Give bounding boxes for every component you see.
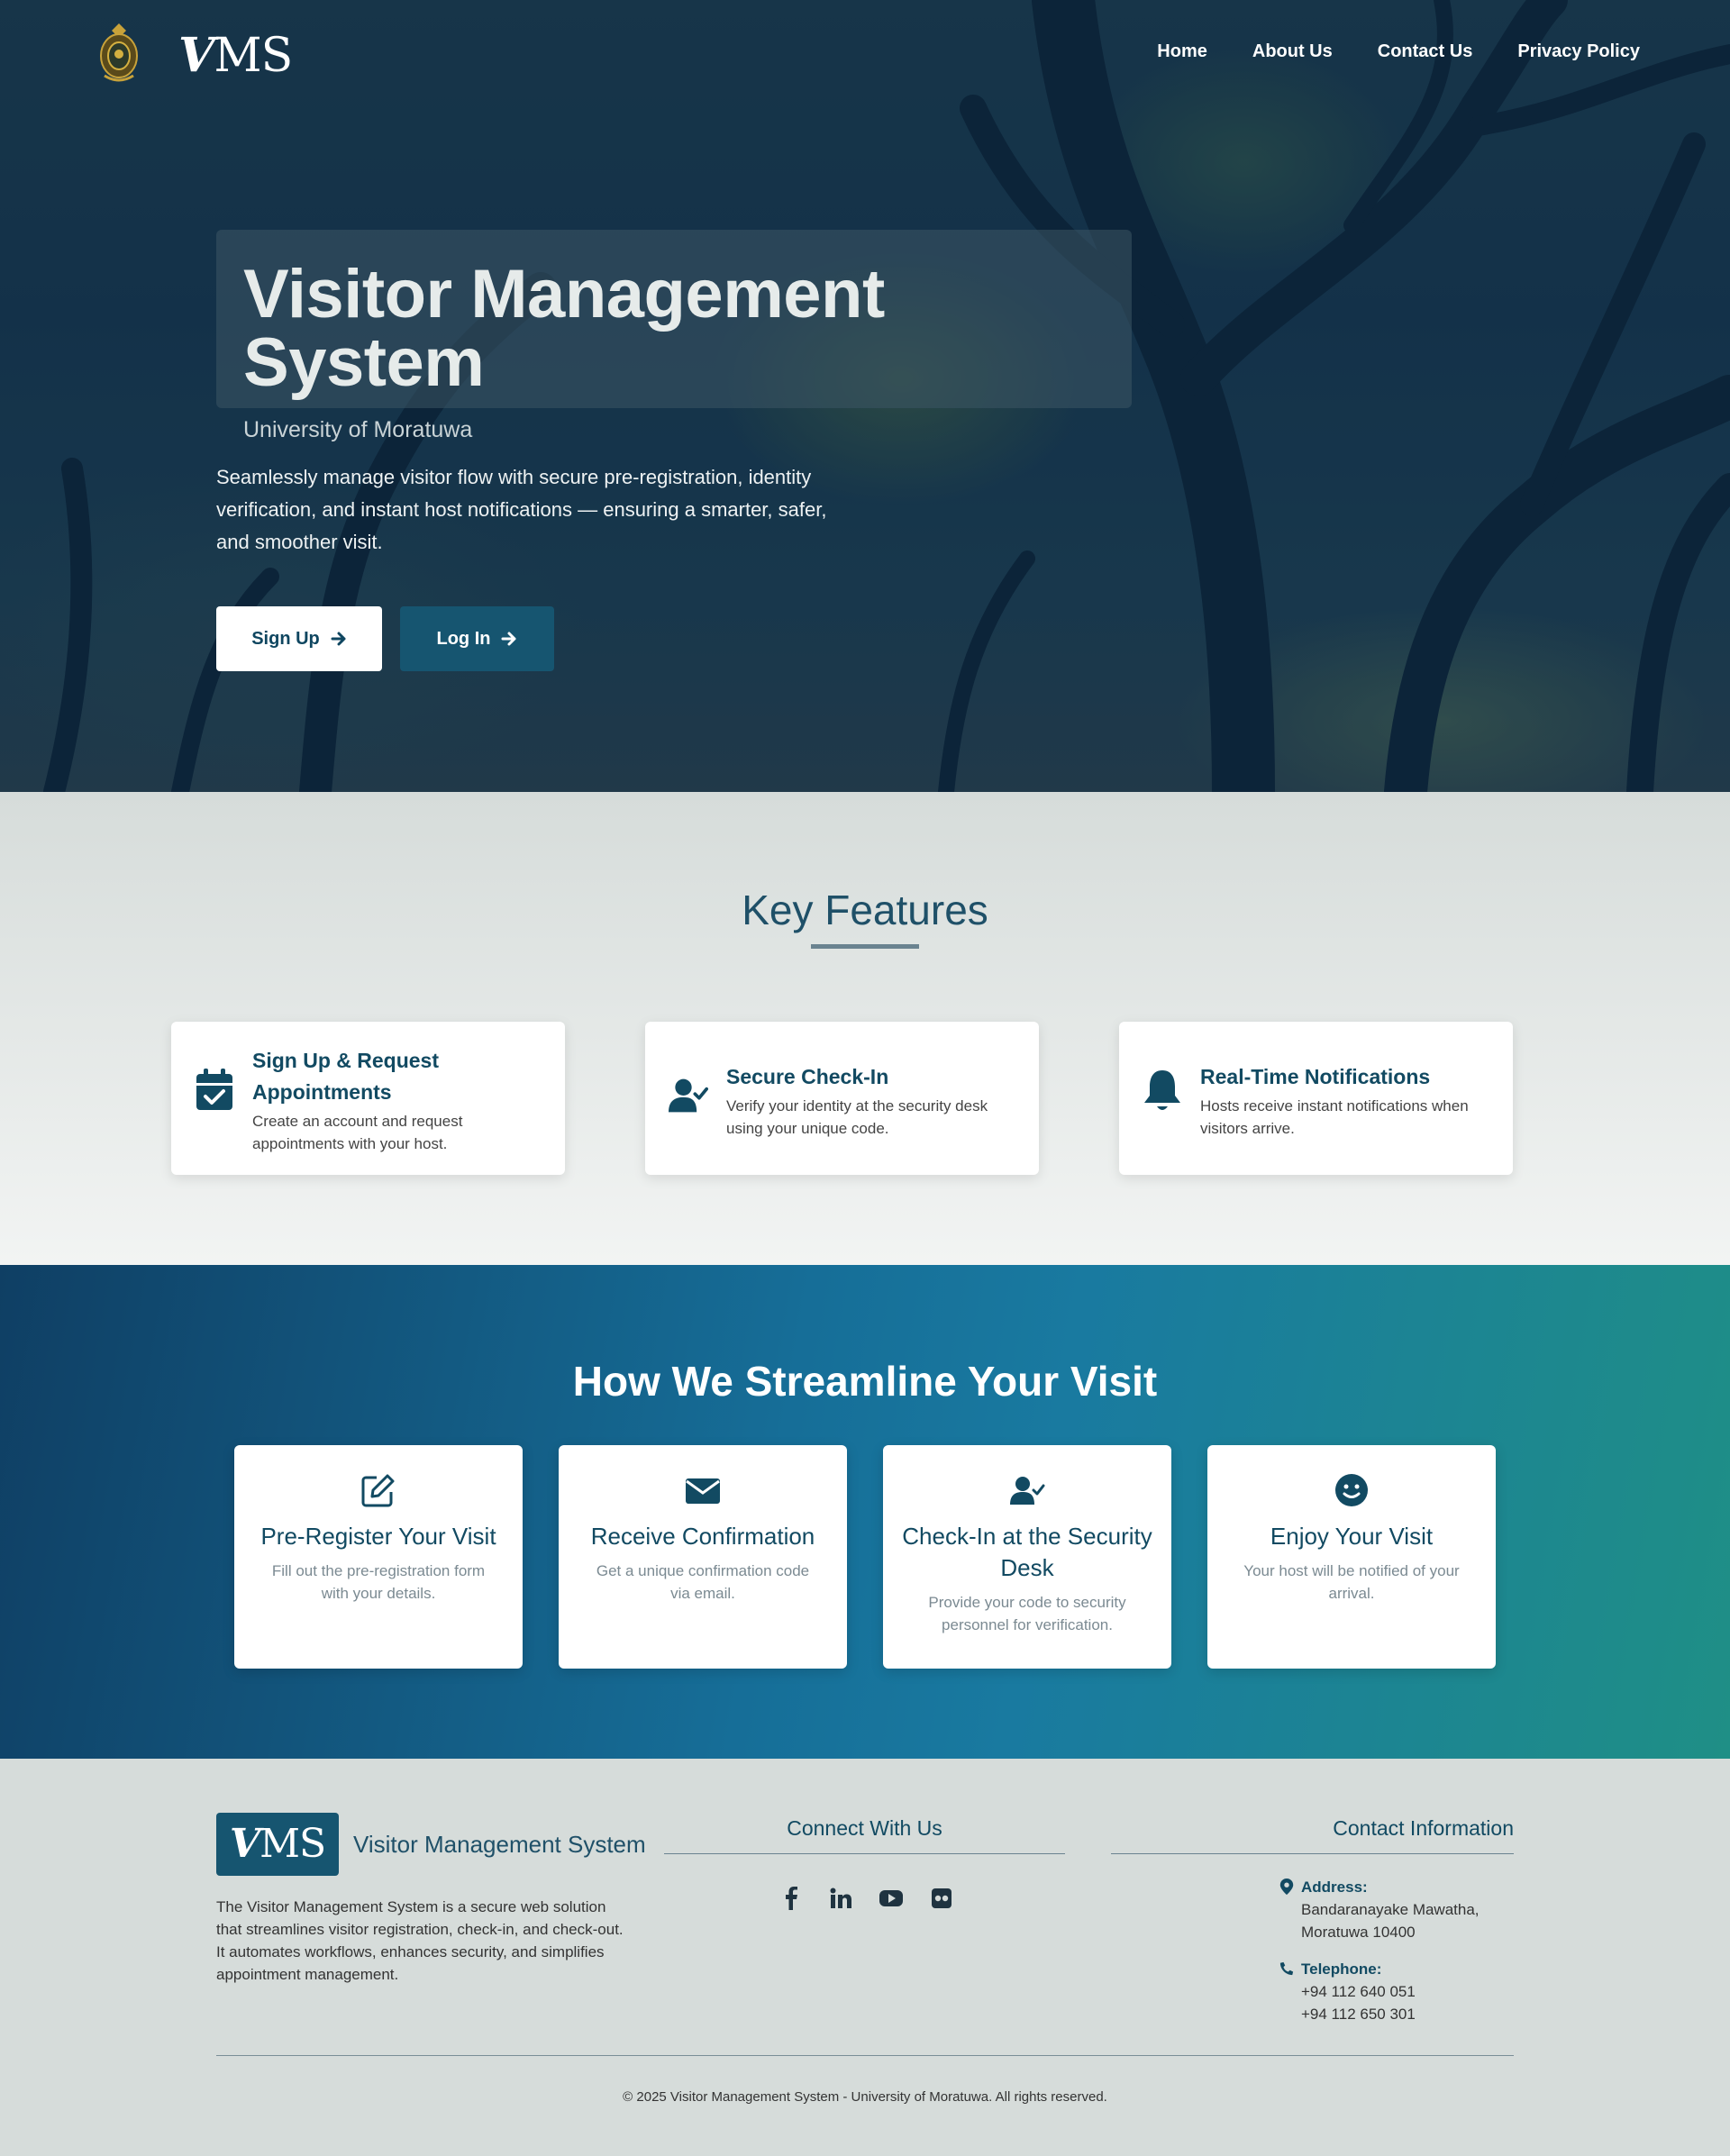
telephone-label: Telephone: (1301, 1960, 1382, 1978)
footer-divider (216, 2055, 1514, 2056)
hero-buttons: Sign Up Log In (216, 606, 554, 671)
feature-title: Secure Check-In (726, 1065, 889, 1088)
step-title: Receive Confirmation (590, 1523, 815, 1550)
youtube-icon[interactable] (878, 1885, 905, 1912)
address-label: Address: (1301, 1879, 1368, 1896)
step-desc: Fill out the pre-registration form with … (271, 1562, 486, 1602)
hero-description: Seamlessly manage visitor flow with secu… (216, 466, 827, 553)
hero-title: Visitor Management System (243, 256, 885, 401)
log-in-label: Log In (436, 628, 491, 649)
feature-text: Real-Time Notifications Hosts receive in… (1200, 1061, 1495, 1140)
feature-card-checkin: Secure Check-In Verify your identity at … (645, 1022, 1039, 1175)
step-desc: Your host will be notified of your arriv… (1243, 1562, 1460, 1602)
arrow-right-icon (501, 632, 516, 646)
top-navbar: VMS Home About Us Contact Us Privacy Pol… (0, 0, 1730, 110)
sign-up-label: Sign Up (251, 628, 320, 649)
nav-contact-link[interactable]: Contact Us (1378, 41, 1473, 62)
feature-desc: Verify your identity at the security des… (726, 1097, 988, 1137)
phone-1[interactable]: +94 112 640 051 (1301, 1980, 1514, 2003)
key-features-section: Key Features Sign Up & Request Appointme… (0, 792, 1730, 1265)
step-desc: Provide your code to security personnel … (928, 1594, 1126, 1633)
footer-vms-logo[interactable]: VMS (216, 1813, 339, 1876)
feature-text: Sign Up & Request Appointments Create an… (252, 1045, 547, 1155)
address-line-2: Moratuwa 10400 (1301, 1924, 1416, 1941)
nav-privacy-link[interactable]: Privacy Policy (1517, 41, 1640, 62)
step-card-preregister: Pre-Register Your Visit Fill out the pre… (234, 1445, 523, 1669)
address-block: Address: Bandaranayake Mawatha, Moratuwa… (1279, 1876, 1514, 1943)
map-pin-icon (1279, 1879, 1294, 1895)
log-in-button[interactable]: Log In (400, 606, 554, 671)
connect-heading: Connect With Us (664, 1816, 1065, 1854)
feature-text: Secure Check-In Verify your identity at … (726, 1061, 1021, 1140)
contact-info: Address: Bandaranayake Mawatha, Moratuwa… (1279, 1876, 1514, 2040)
footer-logo-v: V (229, 1821, 260, 1867)
step-desc: Get a unique confirmation code via email… (596, 1562, 810, 1602)
footer-about-text: The Visitor Management System is a secur… (216, 1898, 624, 1983)
footer-brand-name: Visitor Management System (353, 1831, 646, 1858)
social-links (777, 1885, 955, 1912)
university-crest-logo[interactable] (97, 22, 141, 85)
bell-icon (1144, 1070, 1180, 1110)
hero-section: VMS Home About Us Contact Us Privacy Pol… (0, 0, 1730, 792)
heading-underline (811, 944, 919, 949)
step-card-confirmation: Receive Confirmation Get a unique confir… (559, 1445, 847, 1669)
telephone-block: Telephone: +94 112 640 051 +94 112 650 3… (1279, 1958, 1514, 2025)
hero-subtitle: University of Moratuwa (243, 417, 473, 442)
feature-card-signup: Sign Up & Request Appointments Create an… (171, 1022, 565, 1175)
logo-v: V (178, 28, 214, 83)
contact-heading: Contact Information (1111, 1816, 1514, 1854)
smile-icon (1335, 1474, 1368, 1506)
feature-desc: Hosts receive instant notifications when… (1200, 1097, 1469, 1137)
step-card-enjoy: Enjoy Your Visit Your host will be notif… (1207, 1445, 1496, 1669)
feature-card-notifications: Real-Time Notifications Hosts receive in… (1119, 1022, 1513, 1175)
user-check-icon (1010, 1477, 1045, 1505)
step-title: Check-In at the Security Desk (902, 1523, 1152, 1581)
phone-icon (1279, 1961, 1294, 1976)
feature-title: Sign Up & Request Appointments (252, 1049, 440, 1104)
edit-icon (361, 1474, 395, 1507)
linkedin-icon[interactable] (827, 1885, 854, 1912)
footer-logo-ms: MS (259, 1821, 326, 1867)
streamline-heading: How We Streamline Your Visit (572, 1358, 1158, 1405)
streamline-section: How We Streamline Your Visit Pre-Registe… (0, 1265, 1730, 1759)
user-check-icon (669, 1078, 708, 1113)
hero-title-box: Visitor Management System University of … (216, 230, 1132, 442)
flickr-icon[interactable] (928, 1885, 955, 1912)
address-line-1: Bandaranayake Mawatha, (1301, 1901, 1480, 1918)
nav-links: Home About Us Contact Us Privacy Policy (1157, 41, 1640, 62)
copyright-text: © 2025 Visitor Management System - Unive… (623, 2089, 1107, 2105)
step-title: Enjoy Your Visit (1270, 1523, 1434, 1550)
nav-home-link[interactable]: Home (1157, 41, 1207, 62)
step-card-checkin: Check-In at the Security Desk Provide yo… (883, 1445, 1171, 1669)
feature-desc: Create an account and request appointmen… (252, 1113, 463, 1152)
envelope-icon (686, 1478, 720, 1504)
step-title: Pre-Register Your Visit (260, 1523, 496, 1550)
key-features-heading: Key Features (742, 887, 988, 933)
vms-logo[interactable]: VMS (178, 28, 293, 83)
arrow-right-icon (331, 632, 346, 646)
calendar-check-icon (196, 1069, 232, 1110)
sign-up-button[interactable]: Sign Up (216, 606, 382, 671)
facebook-icon[interactable] (777, 1885, 804, 1912)
nav-about-link[interactable]: About Us (1252, 41, 1333, 62)
footer: VMS Visitor Management System The Visito… (0, 1759, 1730, 2156)
phone-2[interactable]: +94 112 650 301 (1301, 2003, 1514, 2025)
feature-title: Real-Time Notifications (1200, 1065, 1431, 1088)
logo-ms: MS (214, 29, 293, 83)
